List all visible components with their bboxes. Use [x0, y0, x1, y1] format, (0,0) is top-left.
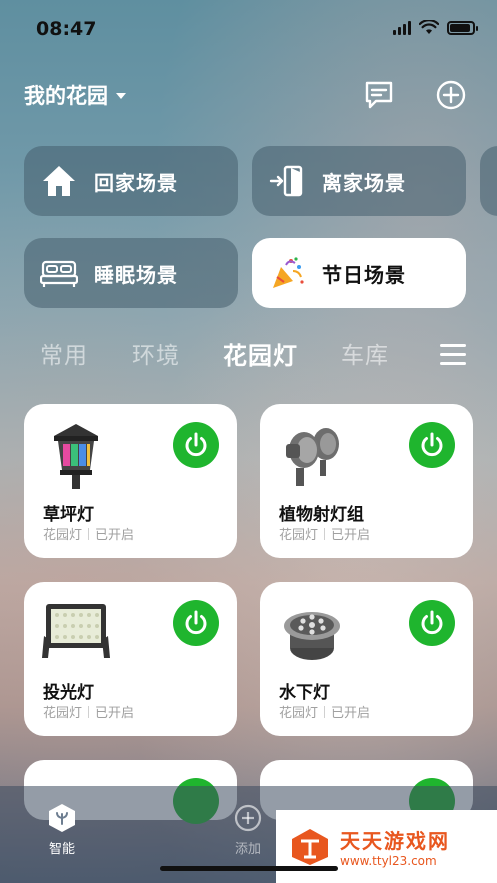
floodlight-icon [40, 596, 112, 668]
plus-circle-icon [436, 80, 466, 110]
scene-home[interactable]: 回家场景 [24, 146, 238, 216]
nav-item-smart[interactable]: 智能 [46, 802, 78, 857]
spotlight-icon [276, 418, 348, 490]
nav-label: 添加 [234, 842, 261, 857]
menu-icon-bar [440, 353, 466, 356]
tab-environment[interactable]: 环境 [132, 336, 180, 370]
device-card[interactable]: 植物射灯组 花园灯 已开启 [260, 404, 473, 558]
power-icon [421, 432, 443, 457]
device-name: 草坪灯 [43, 505, 94, 525]
tabs-menu-button[interactable] [440, 344, 466, 366]
house-icon [40, 162, 78, 200]
divider [324, 705, 326, 718]
power-toggle[interactable] [409, 422, 455, 468]
door-exit-icon [268, 162, 306, 200]
status-bar: 08:47 [0, 0, 497, 60]
scene-next-peek[interactable] [480, 146, 497, 216]
underwater-light-icon [276, 596, 348, 668]
menu-icon-bar [440, 362, 466, 365]
wifi-icon [419, 20, 439, 34]
device-card[interactable]: 草坪灯 花园灯 已开启 [24, 404, 237, 558]
cellular-signal-icon [393, 20, 411, 35]
scene-label: 节日场景 [322, 262, 406, 287]
message-button[interactable] [362, 78, 396, 112]
plus-circle-icon [234, 804, 262, 832]
smart-home-icon [49, 804, 75, 832]
divider [88, 527, 90, 540]
scene-label: 睡眠场景 [94, 262, 178, 287]
device-state: 已开启 [331, 528, 371, 543]
battery-icon [447, 20, 478, 35]
device-meta: 花园灯 已开启 [43, 702, 134, 721]
watermark-logo-icon [292, 828, 328, 865]
home-selector[interactable]: 我的花园 [24, 80, 126, 110]
add-button[interactable] [434, 78, 468, 112]
tab-common[interactable]: 常用 [40, 336, 88, 370]
device-meta: 花园灯 已开启 [279, 702, 370, 721]
status-icons [393, 20, 478, 35]
watermark: 天天游戏网 www.ttyl23.com [276, 810, 497, 883]
home-indicator[interactable] [160, 866, 338, 871]
scene-sleep[interactable]: 睡眠场景 [24, 238, 238, 308]
home-title: 我的花园 [24, 84, 108, 108]
device-name: 投光灯 [43, 683, 94, 703]
power-toggle[interactable] [409, 600, 455, 646]
device-state: 已开启 [95, 528, 135, 543]
divider [88, 705, 90, 718]
device-state: 已开启 [331, 706, 371, 721]
status-time: 08:47 [36, 18, 97, 40]
tab-garden-lights[interactable]: 花园灯 [223, 336, 298, 371]
device-room: 花园灯 [43, 528, 83, 543]
scene-away[interactable]: 离家场景 [252, 146, 466, 216]
party-popper-icon [268, 254, 306, 292]
device-name: 植物射灯组 [279, 505, 364, 525]
scene-label: 回家场景 [94, 170, 178, 195]
lawn-lamp-icon [40, 418, 112, 490]
tab-garage[interactable]: 车库 [341, 336, 389, 370]
menu-icon-bar [440, 344, 466, 347]
bed-icon [40, 254, 78, 292]
watermark-title: 天天游戏网 [340, 829, 450, 853]
power-icon [421, 610, 443, 635]
power-toggle[interactable] [173, 422, 219, 468]
device-room: 花园灯 [279, 528, 319, 543]
chevron-down-icon [116, 93, 126, 99]
device-card[interactable]: 水下灯 花园灯 已开启 [260, 582, 473, 736]
device-name: 水下灯 [279, 683, 330, 703]
device-room: 花园灯 [43, 706, 83, 721]
message-icon [365, 81, 393, 109]
divider [324, 527, 326, 540]
scene-festival[interactable]: 节日场景 [252, 238, 466, 308]
nav-label: 智能 [48, 842, 75, 857]
device-room: 花园灯 [279, 706, 319, 721]
nav-item-add[interactable]: 添加 [232, 802, 264, 857]
device-state: 已开启 [95, 706, 135, 721]
power-icon [185, 610, 207, 635]
device-meta: 花园灯 已开启 [43, 524, 134, 543]
device-meta: 花园灯 已开启 [279, 524, 370, 543]
device-card[interactable]: 投光灯 花园灯 已开启 [24, 582, 237, 736]
watermark-text: 天天游戏网 www.ttyl23.com [340, 825, 450, 868]
watermark-url: www.ttyl23.com [340, 854, 437, 868]
power-toggle[interactable] [173, 600, 219, 646]
category-tabs: 常用 环境 花园灯 车库 [40, 336, 480, 376]
scene-label: 离家场景 [322, 170, 406, 195]
power-icon [185, 432, 207, 457]
